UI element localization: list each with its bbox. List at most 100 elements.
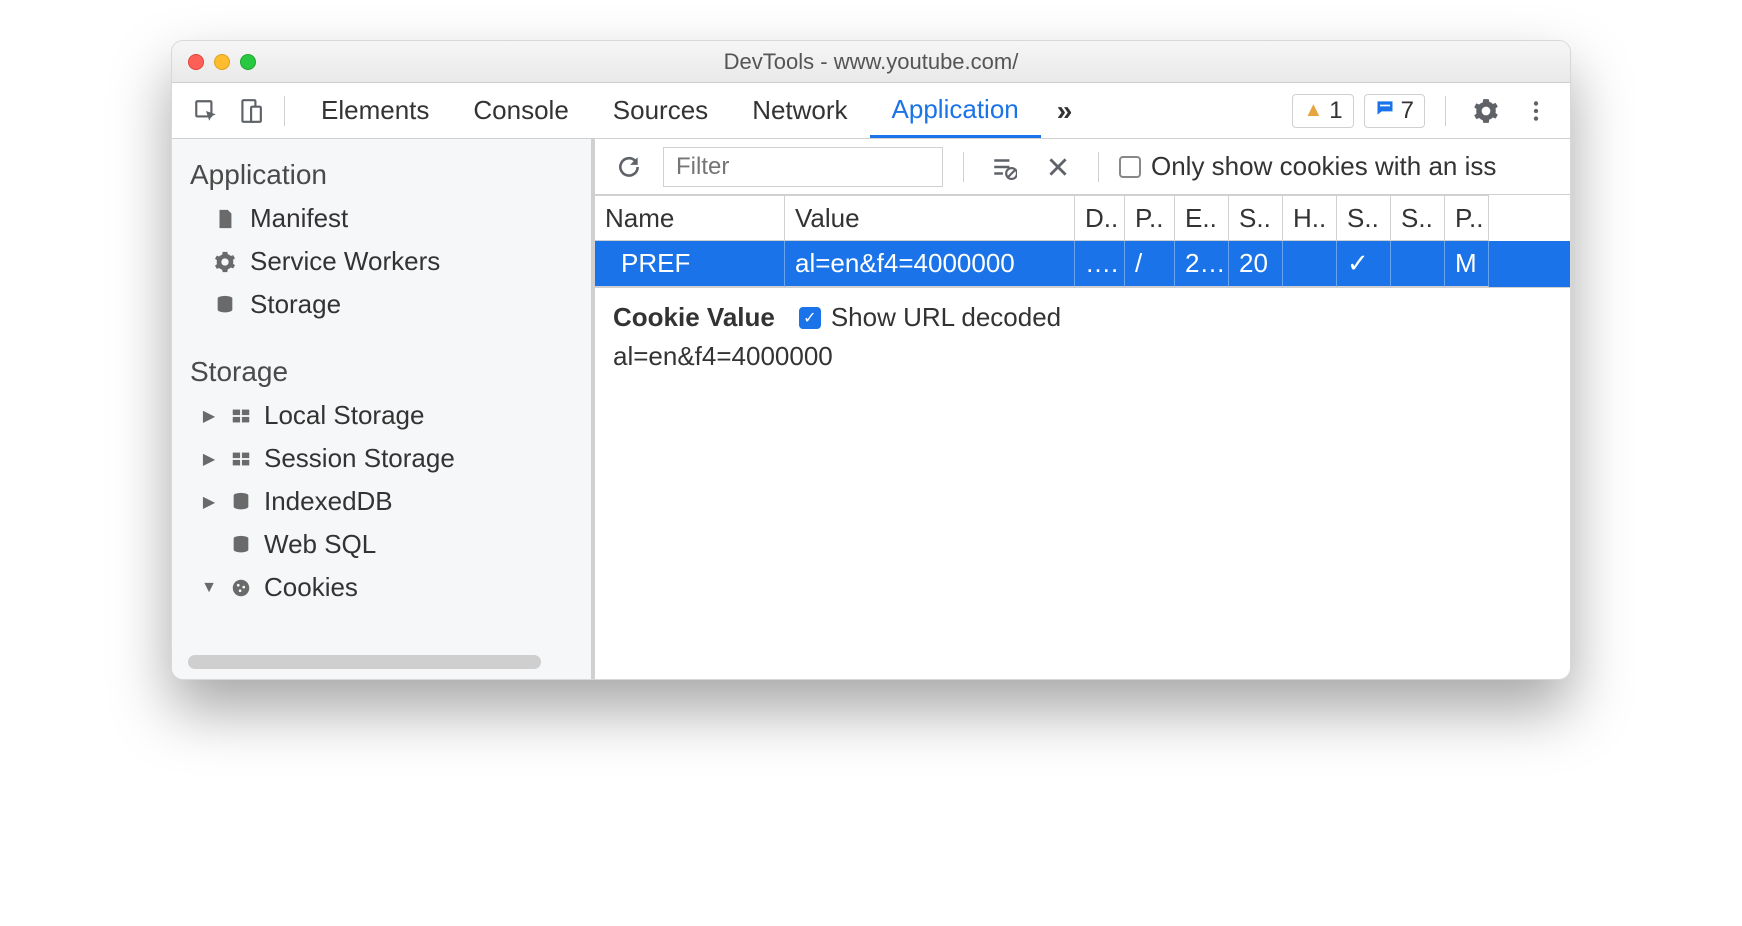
checkbox-icon <box>1119 156 1141 178</box>
gear-icon <box>1473 98 1499 124</box>
tab-label: Sources <box>613 95 708 126</box>
table-cell: al=en&f4=4000000 <box>785 241 1075 287</box>
sidebar-item-websql[interactable]: Web SQL <box>172 523 591 566</box>
refresh-button[interactable] <box>609 147 649 187</box>
tab-label: Network <box>752 95 847 126</box>
clear-all-button[interactable] <box>984 147 1024 187</box>
table-header-cell[interactable]: S.. <box>1229 195 1283 241</box>
settings-button[interactable] <box>1466 91 1506 131</box>
close-icon <box>1045 154 1071 180</box>
chevron-right-icon: ▶ <box>200 449 218 469</box>
sidebar-item-service-workers[interactable]: Service Workers <box>172 240 591 283</box>
horizontal-scrollbar[interactable] <box>188 655 541 669</box>
tab-application[interactable]: Application <box>870 83 1041 138</box>
database-icon <box>228 491 254 513</box>
checkbox-label: Only show cookies with an iss <box>1151 151 1496 182</box>
checkbox-checked-icon: ✓ <box>799 307 821 329</box>
panel-tabs: Elements Console Sources Network Applica… <box>299 83 1088 138</box>
sidebar-item-label: Manifest <box>250 203 348 234</box>
messages-badge[interactable]: 7 <box>1364 94 1425 128</box>
more-tabs-button[interactable]: » <box>1041 83 1089 138</box>
more-options-button[interactable] <box>1516 91 1556 131</box>
tab-console[interactable]: Console <box>451 83 590 138</box>
delete-button[interactable] <box>1038 147 1078 187</box>
window-titlebar: DevTools - www.youtube.com/ <box>172 41 1570 83</box>
table-header-cell[interactable]: Value <box>785 195 1075 241</box>
devtools-window: DevTools - www.youtube.com/ Elements Con… <box>171 40 1571 680</box>
checkbox-label: Show URL decoded <box>831 302 1061 333</box>
chevron-right-icon: ▶ <box>200 492 218 512</box>
sidebar-item-local-storage[interactable]: ▶ Local Storage <box>172 394 591 437</box>
table-header-cell[interactable]: D.. <box>1075 195 1125 241</box>
filter-input[interactable] <box>663 147 943 187</box>
warnings-count: 1 <box>1329 97 1342 125</box>
tab-sources[interactable]: Sources <box>591 83 730 138</box>
tab-label: Console <box>473 95 568 126</box>
show-url-decoded-checkbox[interactable]: ✓ Show URL decoded <box>799 302 1061 333</box>
grid-icon <box>228 448 254 470</box>
sidebar-item-label: IndexedDB <box>264 486 393 517</box>
table-header-cell[interactable]: P.. <box>1445 195 1489 241</box>
table-row[interactable]: PREFal=en&f4=4000000…./2…20 ✓ M <box>595 241 1570 287</box>
sidebar-item-label: Local Storage <box>264 400 424 431</box>
sidebar-item-manifest[interactable]: Manifest <box>172 197 591 240</box>
table-header-cell[interactable]: S.. <box>1391 195 1445 241</box>
cookie-icon <box>228 577 254 599</box>
window-title: DevTools - www.youtube.com/ <box>172 49 1570 75</box>
inspect-element-icon[interactable] <box>186 91 226 131</box>
separator <box>1098 152 1099 182</box>
sidebar-item-label: Storage <box>250 289 341 320</box>
database-icon <box>228 534 254 556</box>
table-cell <box>1283 241 1337 287</box>
table-cell: ✓ <box>1337 241 1391 287</box>
sidebar-section-storage: Storage <box>172 344 591 394</box>
chevron-down-icon: ▼ <box>200 579 218 597</box>
table-cell: PREF <box>595 241 785 287</box>
kebab-icon <box>1523 98 1549 124</box>
table-cell: / <box>1125 241 1175 287</box>
sidebar-section-application: Application <box>172 147 591 197</box>
sidebar-item-indexeddb[interactable]: ▶ IndexedDB <box>172 480 591 523</box>
main-split: Application Manifest Service Workers Sto… <box>172 139 1570 679</box>
tab-network[interactable]: Network <box>730 83 869 138</box>
table-header-cell[interactable]: P.. <box>1125 195 1175 241</box>
table-header-cell[interactable]: H.. <box>1283 195 1337 241</box>
cookies-panel: Only show cookies with an iss NameValueD… <box>592 139 1570 679</box>
table-header-cell[interactable]: E.. <box>1175 195 1229 241</box>
document-icon <box>212 208 238 230</box>
cookies-toolbar: Only show cookies with an iss <box>595 139 1570 195</box>
table-cell: 20 <box>1229 241 1283 287</box>
sidebar-item-label: Cookies <box>264 572 358 603</box>
table-header-cell[interactable]: S.. <box>1337 195 1391 241</box>
table-cell: 2… <box>1175 241 1229 287</box>
table-cell: …. <box>1075 241 1125 287</box>
tab-elements[interactable]: Elements <box>299 83 451 138</box>
table-header-cell[interactable]: Name <box>595 195 785 241</box>
grid-icon <box>228 405 254 427</box>
chevron-right-icon: ▶ <box>200 406 218 426</box>
cookie-detail: Cookie Value ✓ Show URL decoded al=en&f4… <box>595 288 1570 386</box>
only-issues-checkbox[interactable]: Only show cookies with an iss <box>1119 151 1496 182</box>
database-icon <box>212 294 238 316</box>
separator <box>963 152 964 182</box>
sidebar-item-storage[interactable]: Storage <box>172 283 591 326</box>
devtools-tabbar: Elements Console Sources Network Applica… <box>172 83 1570 139</box>
table-cell <box>1391 241 1445 287</box>
message-icon <box>1375 98 1395 124</box>
messages-count: 7 <box>1401 97 1414 125</box>
tab-label: Elements <box>321 95 429 126</box>
clear-list-icon <box>991 154 1017 180</box>
tab-label: Application <box>892 94 1019 125</box>
sidebar-item-label: Web SQL <box>264 529 376 560</box>
warnings-badge[interactable]: ▲ 1 <box>1292 94 1353 128</box>
sidebar-item-cookies[interactable]: ▼ Cookies <box>172 566 591 609</box>
table-cell: M <box>1445 241 1489 287</box>
refresh-icon <box>616 154 642 180</box>
device-toolbar-icon[interactable] <box>230 91 270 131</box>
cookie-value-text: al=en&f4=4000000 <box>613 341 1552 372</box>
separator <box>1445 96 1446 126</box>
gear-icon <box>212 251 238 273</box>
chevron-right-icon: » <box>1057 95 1073 127</box>
table-header-row: NameValueD..P..E..S..H..S..S..P.. <box>595 195 1570 241</box>
sidebar-item-session-storage[interactable]: ▶ Session Storage <box>172 437 591 480</box>
